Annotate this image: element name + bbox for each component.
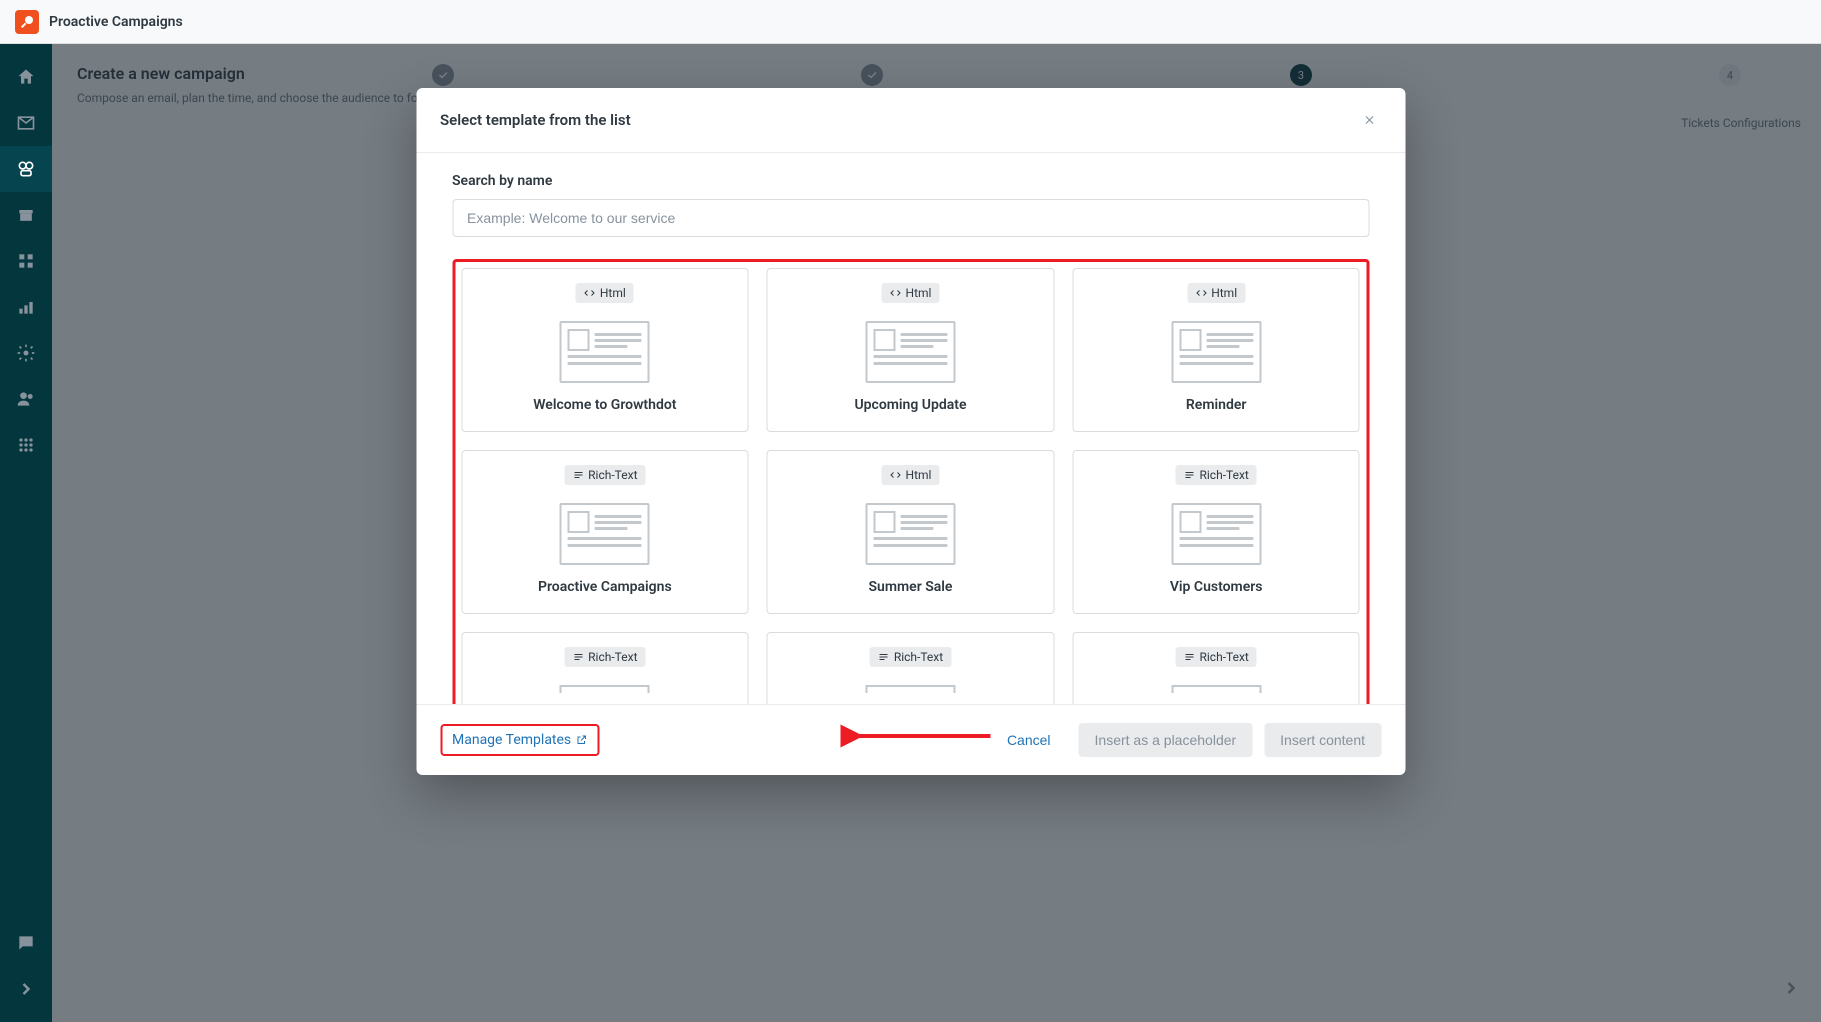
template-name: Welcome to Growthdot xyxy=(533,397,676,413)
template-type-badge: Rich-Text xyxy=(870,647,951,667)
sidebar-home[interactable] xyxy=(0,54,52,100)
sidebar-expand[interactable] xyxy=(0,966,52,1012)
template-thumbnail xyxy=(865,503,955,565)
sidebar-apps[interactable] xyxy=(0,238,52,284)
template-type-badge: Rich-Text xyxy=(564,465,645,485)
sidebar-analytics[interactable] xyxy=(0,284,52,330)
template-thumbnail xyxy=(1171,685,1261,693)
template-card[interactable]: Rich-Text xyxy=(461,632,749,704)
sidebar-users[interactable] xyxy=(0,376,52,422)
template-card[interactable]: Html Upcoming Update xyxy=(767,268,1055,432)
template-thumbnail xyxy=(865,321,955,383)
close-icon[interactable] xyxy=(1357,108,1381,132)
search-label: Search by name xyxy=(452,173,1369,189)
search-input[interactable] xyxy=(452,199,1369,237)
sidebar-mail[interactable] xyxy=(0,100,52,146)
sidebar-archive[interactable] xyxy=(0,192,52,238)
manage-templates-label: Manage Templates xyxy=(452,732,571,748)
template-type-badge: Rich-Text xyxy=(564,647,645,667)
modal-title: Select template from the list xyxy=(440,111,631,129)
template-thumbnail xyxy=(865,685,955,693)
cancel-button[interactable]: Cancel xyxy=(991,723,1067,757)
template-thumbnail xyxy=(560,503,650,565)
template-card[interactable]: Html Summer Sale xyxy=(767,450,1055,614)
template-type-badge: Html xyxy=(882,283,940,303)
template-card[interactable]: Html Reminder xyxy=(1072,268,1360,432)
template-thumbnail xyxy=(560,321,650,383)
insert-placeholder-button[interactable]: Insert as a placeholder xyxy=(1079,723,1253,757)
template-name: Summer Sale xyxy=(869,579,953,595)
sidebar-campaigns[interactable] xyxy=(0,146,52,192)
template-type-badge: Html xyxy=(1187,283,1245,303)
templates-grid: Html Welcome to Growthdot Html Upcoming Upd… xyxy=(461,268,1360,704)
modal-footer: Manage Templates Cancel Insert as a plac… xyxy=(416,704,1405,775)
app-logo xyxy=(15,10,39,34)
template-name: Upcoming Update xyxy=(854,397,966,413)
template-card[interactable]: Rich-Text xyxy=(1072,632,1360,704)
template-card[interactable]: Rich-Text xyxy=(767,632,1055,704)
template-type-badge: Rich-Text xyxy=(1175,465,1256,485)
insert-content-button[interactable]: Insert content xyxy=(1264,723,1381,757)
sidebar-grid[interactable] xyxy=(0,422,52,468)
template-modal: Select template from the list Search by … xyxy=(416,88,1405,775)
sidebar-chat[interactable] xyxy=(0,920,52,966)
template-thumbnail xyxy=(560,685,650,693)
template-card[interactable]: Html Welcome to Growthdot xyxy=(461,268,749,432)
app-title: Proactive Campaigns xyxy=(49,14,183,30)
templates-grid-highlight: Html Welcome to Growthdot Html Upcoming Upd… xyxy=(452,259,1369,704)
manage-templates-link[interactable]: Manage Templates xyxy=(440,724,599,756)
template-thumbnail xyxy=(1171,503,1261,565)
template-type-badge: Html xyxy=(576,283,634,303)
template-name: Vip Customers xyxy=(1170,579,1263,595)
arrow-annotation xyxy=(840,721,1000,755)
modal-header: Select template from the list xyxy=(416,88,1405,153)
template-name: Proactive Campaigns xyxy=(538,579,672,595)
sidebar-settings[interactable] xyxy=(0,330,52,376)
template-type-badge: Rich-Text xyxy=(1175,647,1256,667)
template-name: Reminder xyxy=(1186,397,1247,413)
template-thumbnail xyxy=(1171,321,1261,383)
external-link-icon xyxy=(575,734,587,746)
template-type-badge: Html xyxy=(882,465,940,485)
modal-body: Search by name HtmlWelcome to GrowthdotH… xyxy=(416,153,1405,704)
sidebar xyxy=(0,44,52,1022)
template-card[interactable]: Rich-Text Vip Customers xyxy=(1072,450,1360,614)
topbar: Proactive Campaigns xyxy=(0,0,1821,44)
template-card[interactable]: Rich-Text Proactive Campaigns xyxy=(461,450,749,614)
